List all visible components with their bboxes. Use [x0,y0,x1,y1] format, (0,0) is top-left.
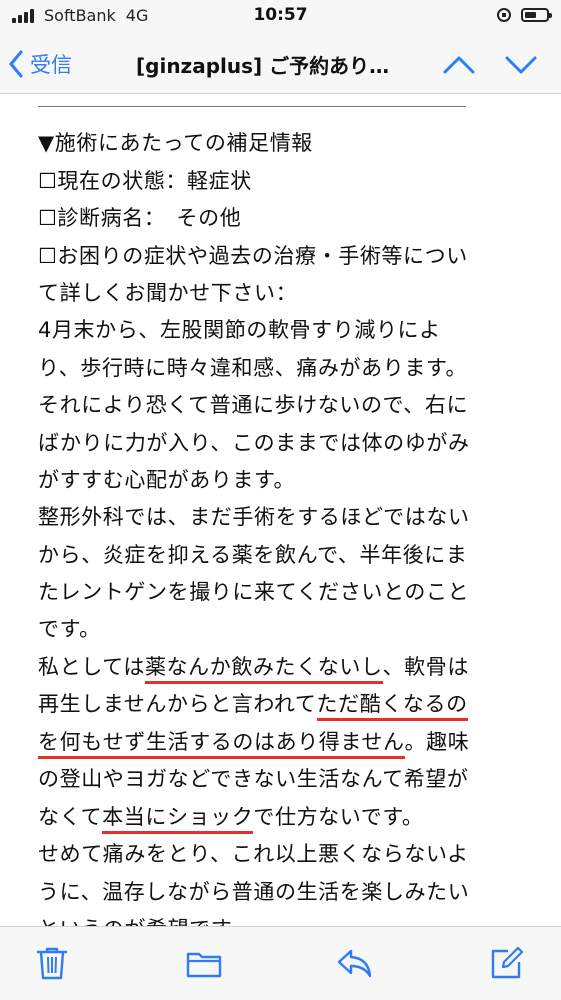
status-time: 10:57 [253,5,308,25]
underlined-text: 薬なんか飲みたくないし [144,655,383,684]
body-line: それにより恐くて普通に歩けないので、右に [38,393,469,417]
battery-fill [525,12,536,18]
mail-subject-title: [ginzaplus] ご予約あり… [136,54,390,78]
body-line: ☐診断病名： その他 [38,206,242,230]
body-text: 再生しませんからと言われて [38,692,317,716]
separator-line [38,106,466,107]
previous-message-button[interactable] [440,48,478,80]
bottom-toolbar [0,926,561,1000]
body-line: というのが希望です。 [38,916,252,926]
compose-icon [491,946,524,979]
body-text: で仕方ないです。 [253,805,424,829]
body-line: なくて本当にショックで仕方ないです。 [38,804,424,834]
mail-screen: SoftBank 4G 10:57 受信 [ginzaplus] ご予約あり… [0,0,561,1000]
body-line: ☐お困りの症状や過去の治療・手術等につい [38,244,468,268]
body-line: ▼施術にあたっての補足情報 [38,131,313,155]
body-line: 私としては薬なんか飲みたくないし、軟骨は [38,654,469,684]
underlined-text: 本当にショック [102,805,254,834]
status-bar: SoftBank 4G 10:57 [0,0,561,34]
body-line: ☐現在の状態：軽症状 [38,169,252,193]
body-line: たレントゲンを撮りに来てくださいとのこと [38,580,470,604]
body-line: うに、温存しながら普通の生活を楽しみたい [38,880,470,904]
back-button[interactable]: 受信 [8,46,72,82]
next-message-button[interactable] [502,48,540,80]
body-line: り、歩行時に時々違和感、痛みがあります。 [38,356,468,380]
trash-icon [36,947,68,980]
body-line: を何もせず生活するのはあり得ません。趣味 [38,729,470,759]
delete-button[interactable] [34,945,70,981]
body-line: がすすむ心配があります。 [38,468,296,492]
reply-icon [337,949,372,978]
folder-icon [186,952,222,978]
rotation-lock-icon [497,8,511,22]
body-line: ばかりに力が入り、このままでは体のゆがみ [38,431,470,455]
body-line: 整形外科では、まだ手術をするほどではない [38,505,470,529]
battery-icon [521,8,552,22]
back-label: 受信 [30,53,72,77]
body-line: です。 [38,617,101,641]
status-right [497,8,552,22]
body-text: 。趣味 [404,730,470,754]
mail-body[interactable]: ▼施術にあたっての補足情報 ☐現在の状態：軽症状 ☐診断病名： その他 ☐お困り… [0,94,561,926]
body-text: なくて [38,805,103,829]
body-line: から、炎症を抑える薬を飲んで、半年後にま [38,543,468,567]
body-text: 、軟骨は [382,655,469,679]
reply-button[interactable] [336,945,372,981]
nav-bar: 受信 [ginzaplus] ご予約あり… [0,34,561,94]
compose-button[interactable] [488,945,524,981]
body-line: て詳しくお聞かせ下さい： [38,281,298,305]
body-line: 4月末から、左股関節の軟骨すり減りによ [38,318,441,342]
chevron-left-icon [9,50,23,78]
body-line: 再生しませんからと言われてただ酷くなるの [38,691,468,721]
body-text: 私としては [38,655,145,679]
chevron-up-icon [443,56,475,74]
move-to-folder-button[interactable] [186,945,222,981]
body-line: せめて痛みをとり、これ以上悪くならないよ [38,842,469,866]
body-line: の登山やヨガなどできない生活なんて希望が [38,767,469,791]
chevron-down-icon [505,56,537,74]
underlined-text: を何もせず生活するのはあり得ません [38,730,405,759]
underlined-text: ただ酷くなるの [316,692,468,721]
